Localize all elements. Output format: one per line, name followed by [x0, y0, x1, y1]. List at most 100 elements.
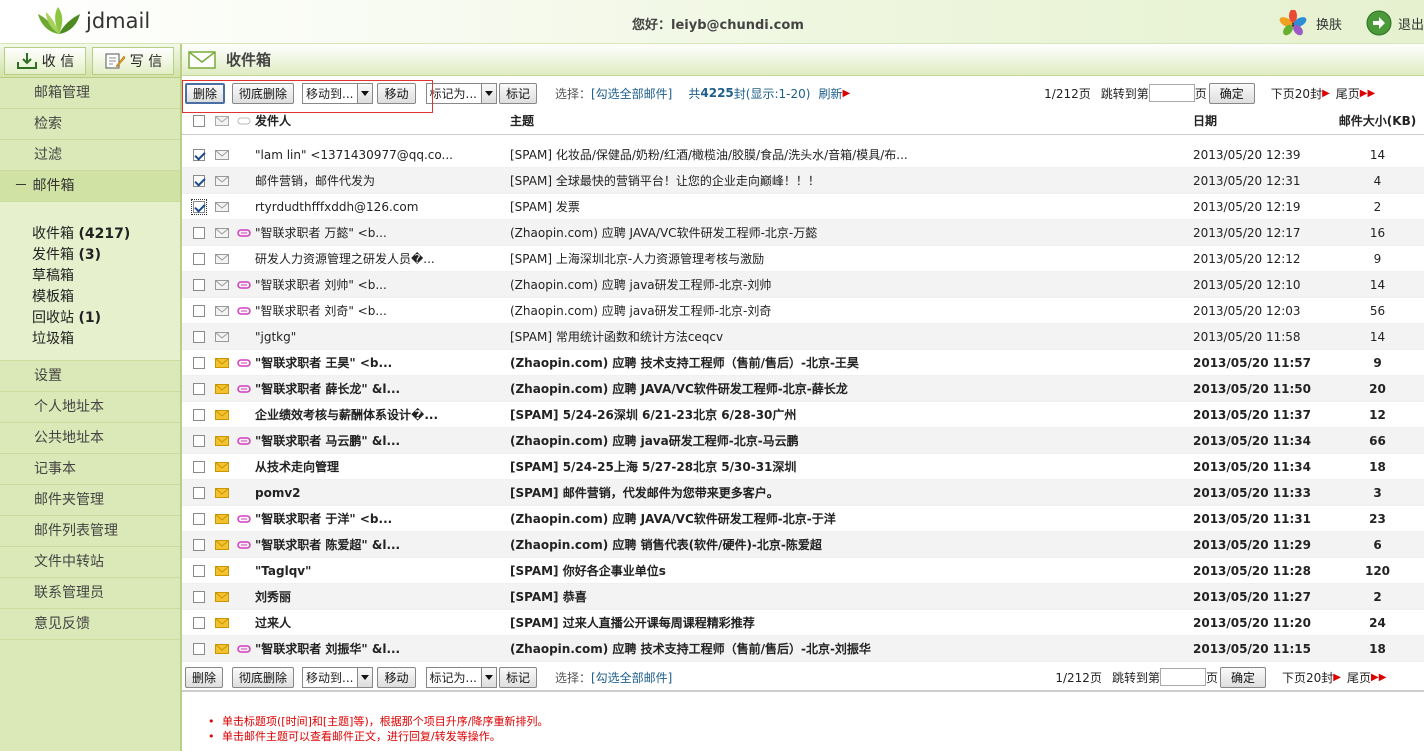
move-to-select[interactable]: 移动到...: [302, 666, 374, 688]
row-from[interactable]: "智联求职者 刘振华" &l...: [255, 640, 510, 657]
sidebar-item-mailboxes[interactable]: － 邮件箱: [0, 171, 180, 202]
row-checkbox[interactable]: [192, 486, 205, 499]
table-row[interactable]: "智联求职者 王昊" <b... (Zhaopin.com) 应聘 技术支持工程师…: [182, 350, 1424, 376]
sidebar-item-notepad[interactable]: 记事本: [0, 454, 180, 485]
sidebar-item-search[interactable]: 检索: [0, 109, 180, 140]
row-from[interactable]: "jgtkg": [255, 330, 510, 344]
row-from[interactable]: "智联求职者 马云鹏" &l...: [255, 432, 510, 449]
column-size[interactable]: 邮件大小(KB): [1331, 112, 1424, 129]
row-checkbox[interactable]: [192, 382, 205, 395]
sidebar-item-filter[interactable]: 过滤: [0, 140, 180, 171]
row-subject[interactable]: [SPAM] 化妆品/保健品/奶粉/红酒/橄榄油/胶膜/食品/洗头水/音箱/模具…: [510, 146, 1193, 163]
page-number-input[interactable]: [1148, 84, 1195, 102]
sidebar-item-public-contacts[interactable]: 公共地址本: [0, 423, 180, 454]
table-row[interactable]: "智联求职者 刘帅" <b... (Zhaopin.com) 应聘 java研发工…: [182, 272, 1424, 298]
table-row[interactable]: "Taglqv" [SPAM] 你好各企事业单位s 2013/05/20 11:28…: [182, 558, 1424, 584]
table-row[interactable]: "智联求职者 于洋" <b... (Zhaopin.com) 应聘 JAVA/VC…: [182, 506, 1424, 532]
refresh-link[interactable]: 刷新: [818, 85, 842, 102]
next-page-link[interactable]: 下页20封: [1271, 85, 1322, 102]
row-from[interactable]: "智联求职者 薛长龙" &l...: [255, 380, 510, 397]
row-subject[interactable]: (Zhaopin.com) 应聘 JAVA/VC软件研发工程师-北京-于洋: [510, 510, 1193, 527]
row-from[interactable]: "智联求职者 陈爱超" &l...: [255, 536, 510, 553]
row-checkbox[interactable]: [192, 226, 205, 239]
table-row[interactable]: pomv2 [SPAM] 邮件营销，代发邮件为您带来更多客户。 2013/05/20…: [182, 480, 1424, 506]
row-subject[interactable]: [SPAM] 发票: [510, 198, 1193, 215]
row-from[interactable]: 企业绩效考核与薪酬体系设计�...: [255, 406, 510, 423]
row-checkbox[interactable]: [192, 356, 205, 369]
row-checkbox[interactable]: [192, 278, 205, 291]
folder-inbox[interactable]: 收件箱 (4217): [32, 224, 180, 245]
row-checkbox[interactable]: [192, 460, 205, 473]
table-row[interactable]: "智联求职者 陈爱超" &l... (Zhaopin.com) 应聘 销售代表(软…: [182, 532, 1424, 558]
confirm-button[interactable]: 确定: [1208, 82, 1255, 104]
table-row[interactable]: "智联求职者 万懿" <b... (Zhaopin.com) 应聘 JAVA/VC…: [182, 220, 1424, 246]
table-row[interactable]: 企业绩效考核与薪酬体系设计�... [SPAM] 5/24-26深圳 6/21-2…: [182, 402, 1424, 428]
table-row[interactable]: "jgtkg" [SPAM] 常用统计函数和统计方法ceqcv 2013/05/20…: [182, 324, 1424, 350]
sidebar-item-feedback[interactable]: 意见反馈: [0, 609, 180, 640]
table-row[interactable]: rtyrdudthfffxddh@126.com [SPAM] 发票 2013/05…: [182, 194, 1424, 220]
table-row[interactable]: 从技术走向管理 [SPAM] 5/24-25上海 5/27-28北京 5/30-3…: [182, 454, 1424, 480]
table-row[interactable]: 研发人力资源管理之研发人员�... [SPAM] 上海深圳北京-人力资源管理考核与…: [182, 246, 1424, 272]
column-subject[interactable]: 主题: [510, 112, 1193, 129]
row-checkbox[interactable]: [192, 538, 205, 551]
column-from[interactable]: 发件人: [255, 112, 510, 129]
mark-as-select[interactable]: 标记为...: [425, 666, 497, 688]
row-checkbox[interactable]: [192, 564, 205, 577]
row-subject[interactable]: [SPAM] 全球最快的营销平台！让您的企业走向巅峰！！！: [510, 172, 1193, 189]
sidebar-item-personal-contacts[interactable]: 个人地址本: [0, 392, 180, 423]
folder-drafts[interactable]: 草稿箱: [32, 266, 180, 287]
folder-junk[interactable]: 垃圾箱: [32, 329, 180, 350]
row-subject[interactable]: (Zhaopin.com) 应聘 java研发工程师-北京-马云鹏: [510, 432, 1193, 449]
permanent-delete-button[interactable]: 彻底删除: [232, 666, 295, 688]
table-row[interactable]: 过来人 [SPAM] 过来人直播公开课每周课程精彩推荐 2013/05/20 11:…: [182, 610, 1424, 636]
permanent-delete-button[interactable]: 彻底删除: [232, 82, 295, 104]
select-all-checkbox[interactable]: [192, 114, 205, 127]
row-subject[interactable]: [SPAM] 5/24-25上海 5/27-28北京 5/30-31深圳: [510, 458, 1193, 475]
row-from[interactable]: "智联求职者 王昊" <b...: [255, 354, 510, 371]
select-all-link[interactable]: [勾选全部邮件]: [591, 669, 672, 686]
row-checkbox[interactable]: [192, 304, 205, 317]
row-subject[interactable]: [SPAM] 过来人直播公开课每周课程精彩推荐: [510, 614, 1193, 631]
sidebar-item-contact-admin[interactable]: 联系管理员: [0, 578, 180, 609]
sidebar-item-mailbox-management[interactable]: 邮箱管理: [0, 78, 180, 109]
row-from[interactable]: 邮件营销，邮件代发为: [255, 172, 510, 189]
move-button[interactable]: 移动: [377, 666, 416, 688]
sidebar-item-file-transfer[interactable]: 文件中转站: [0, 547, 180, 578]
row-from[interactable]: 过来人: [255, 614, 510, 631]
page-number-input[interactable]: [1159, 668, 1206, 686]
row-subject[interactable]: (Zhaopin.com) 应聘 java研发工程师-北京-刘奇: [510, 302, 1193, 319]
row-subject[interactable]: [SPAM] 上海深圳北京-人力资源管理考核与激励: [510, 250, 1193, 267]
row-checkbox[interactable]: [192, 330, 205, 343]
row-from[interactable]: rtyrdudthfffxddh@126.com: [255, 200, 510, 214]
logout-button[interactable]: 退出: [1366, 10, 1424, 36]
table-row[interactable]: "lam lin" <1371430977@qq.co... [SPAM] 化妆品…: [182, 142, 1424, 168]
next-page-link[interactable]: 下页20封: [1282, 669, 1333, 686]
row-checkbox[interactable]: [192, 148, 205, 161]
row-from[interactable]: 从技术走向管理: [255, 458, 510, 475]
mark-button[interactable]: 标记: [498, 82, 537, 104]
row-subject[interactable]: (Zhaopin.com) 应聘 技术支持工程师（售前/售后）-北京-刘振华: [510, 640, 1193, 657]
row-checkbox[interactable]: [192, 512, 205, 525]
move-button[interactable]: 移动: [377, 82, 416, 104]
delete-button[interactable]: 删除: [185, 666, 224, 688]
row-checkbox[interactable]: [192, 174, 205, 187]
row-from[interactable]: "智联求职者 于洋" <b...: [255, 510, 510, 527]
sidebar-item-settings[interactable]: 设置: [0, 361, 180, 392]
table-row[interactable]: "智联求职者 刘奇" <b... (Zhaopin.com) 应聘 java研发工…: [182, 298, 1424, 324]
receive-mail-button[interactable]: 收 信: [4, 46, 86, 75]
last-page-link[interactable]: 尾页: [1347, 669, 1371, 686]
row-checkbox[interactable]: [192, 642, 205, 655]
row-checkbox[interactable]: [192, 252, 205, 265]
row-subject[interactable]: (Zhaopin.com) 应聘 java研发工程师-北京-刘帅: [510, 276, 1193, 293]
row-subject[interactable]: (Zhaopin.com) 应聘 JAVA/VC软件研发工程师-北京-万懿: [510, 224, 1193, 241]
row-checkbox[interactable]: [192, 408, 205, 421]
row-subject[interactable]: (Zhaopin.com) 应聘 JAVA/VC软件研发工程师-北京-薛长龙: [510, 380, 1193, 397]
skin-button[interactable]: 换肤: [1278, 10, 1342, 36]
row-checkbox[interactable]: [192, 434, 205, 447]
row-from[interactable]: pomv2: [255, 486, 510, 500]
row-subject[interactable]: [SPAM] 你好各企事业单位s: [510, 562, 1193, 579]
row-subject[interactable]: [SPAM] 邮件营销，代发邮件为您带来更多客户。: [510, 484, 1193, 501]
row-from[interactable]: "Taglqv": [255, 564, 510, 578]
table-row[interactable]: "智联求职者 薛长龙" &l... (Zhaopin.com) 应聘 JAVA/V…: [182, 376, 1424, 402]
folder-templates[interactable]: 模板箱: [32, 287, 180, 308]
